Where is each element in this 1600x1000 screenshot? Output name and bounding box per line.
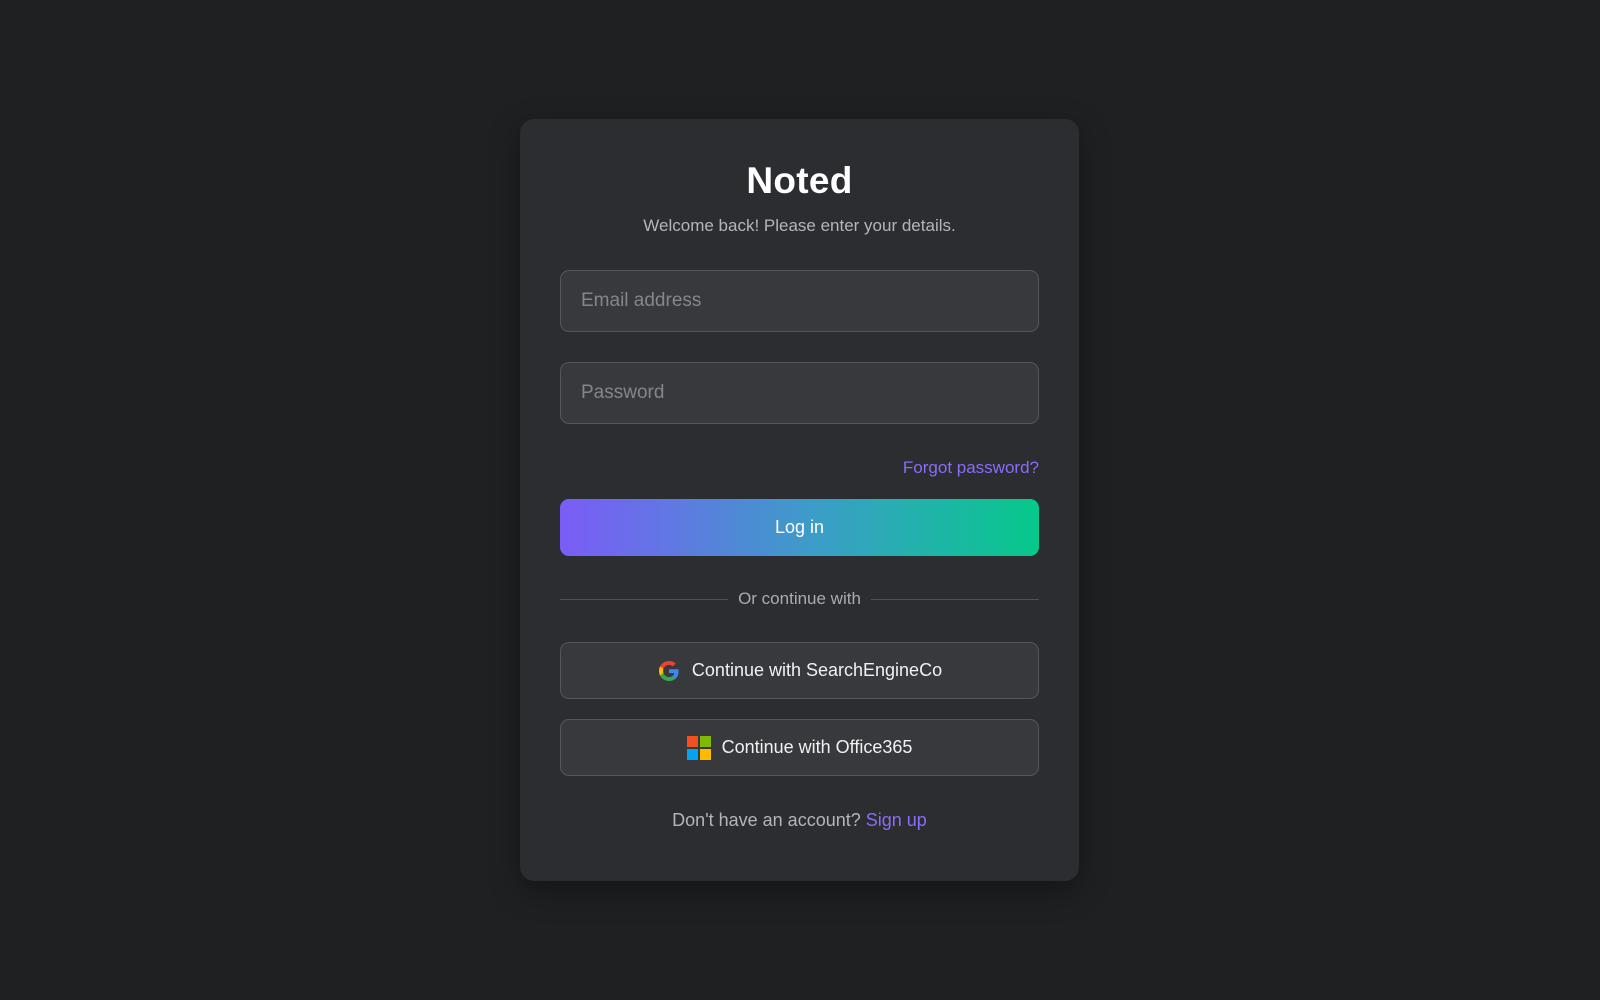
login-card: Noted Welcome back! Please enter your de… [520, 119, 1079, 881]
signup-prompt: Don't have an account? Sign up [560, 809, 1039, 831]
office365-login-label: Continue with Office365 [721, 737, 913, 757]
app-title: Noted [746, 160, 853, 201]
signup-prompt-text: Don't have an account? [672, 810, 861, 830]
google-g-icon [657, 659, 681, 683]
signup-link[interactable]: Sign up [866, 810, 927, 830]
divider-line-left [560, 598, 729, 600]
office365-login-button[interactable]: Continue with Office365 [560, 719, 1039, 776]
divider-line-right [870, 598, 1039, 600]
email-field[interactable] [560, 270, 1039, 332]
divider-label: Or continue with [738, 589, 861, 608]
microsoft-logo-icon [686, 735, 711, 760]
forgot-password-row: Forgot password? [560, 457, 1039, 479]
divider: Or continue with [560, 588, 1039, 610]
forgot-password-link[interactable]: Forgot password? [903, 458, 1039, 477]
welcome-subtitle: Welcome back! Please enter your details. [643, 216, 956, 235]
login-button[interactable]: Log in [560, 499, 1039, 556]
password-field[interactable] [560, 362, 1039, 424]
searchengine-login-button[interactable]: Continue with SearchEngineCo [560, 642, 1039, 699]
searchengine-login-label: Continue with SearchEngineCo [691, 660, 943, 680]
